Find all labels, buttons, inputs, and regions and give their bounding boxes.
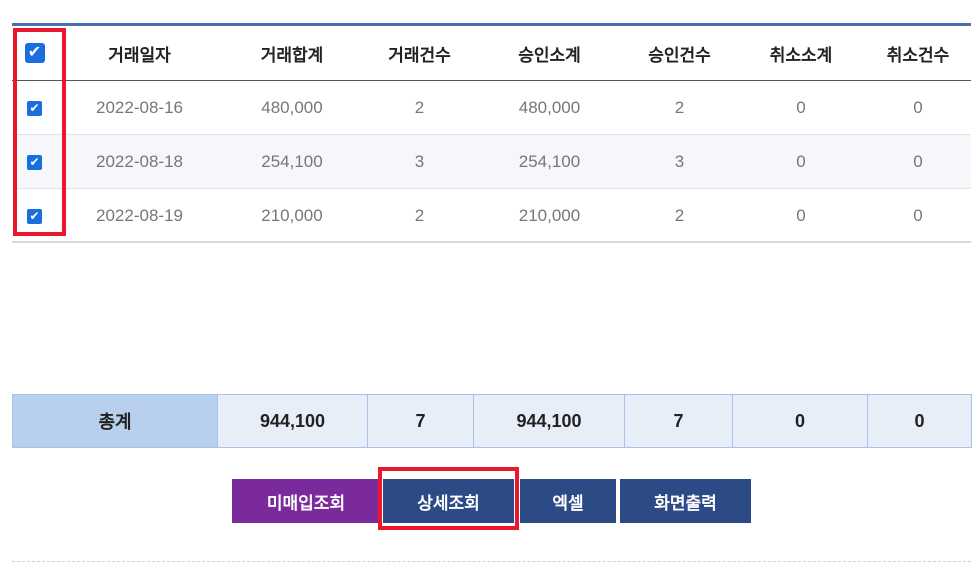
totals-row: 총계 944,100 7 944,100 7 0 0 [12,394,972,448]
table-bottom-border [12,241,971,243]
col-header-cancel-sum[interactable]: 취소소계 [737,26,865,81]
cell-approved-sum: 480,000 [477,80,622,135]
transaction-table: ✔ 거래일자 거래합계 거래건수 승인소계 승인건수 취소소계 취소건수 ✔ 2… [12,26,971,243]
table-row[interactable]: ✔ 2022-08-18 254,100 3 254,100 3 0 0 [12,134,971,189]
cell-approved-sum: 210,000 [477,188,622,243]
unpurchased-query-button[interactable]: 미매입조회 [232,479,380,523]
totals-approved-count: 7 [624,394,733,448]
cell-total: 480,000 [222,80,362,135]
detail-button-highlight [378,467,519,530]
col-header-total[interactable]: 거래합계 [222,26,362,81]
cell-approved-sum: 254,100 [477,134,622,189]
totals-table: 총계 944,100 7 944,100 7 0 0 [12,394,972,448]
totals-approved-sum: 944,100 [473,394,625,448]
section-divider [12,561,971,562]
cell-cancel-count: 0 [865,134,971,189]
table-header-row: ✔ 거래일자 거래합계 거래건수 승인소계 승인건수 취소소계 취소건수 [12,26,971,81]
totals-cancel-sum: 0 [732,394,868,448]
cell-cancel-sum: 0 [737,134,865,189]
cell-cancel-sum: 0 [737,188,865,243]
cell-count: 2 [362,188,477,243]
table-row[interactable]: ✔ 2022-08-16 480,000 2 480,000 2 0 0 [12,80,971,135]
totals-label: 총계 [12,394,218,448]
table-row[interactable]: ✔ 2022-08-19 210,000 2 210,000 2 0 0 [12,188,971,243]
checkbox-column-highlight [13,28,66,236]
cell-date: 2022-08-16 [57,80,222,135]
cell-date: 2022-08-18 [57,134,222,189]
print-screen-button[interactable]: 화면출력 [620,479,751,523]
col-header-cancel-count[interactable]: 취소건수 [865,26,971,81]
cell-cancel-sum: 0 [737,80,865,135]
excel-button[interactable]: 엑셀 [520,479,616,523]
cell-count: 2 [362,80,477,135]
totals-total: 944,100 [217,394,368,448]
cell-count: 3 [362,134,477,189]
cell-cancel-count: 0 [865,80,971,135]
cell-total: 210,000 [222,188,362,243]
cell-total: 254,100 [222,134,362,189]
col-header-date[interactable]: 거래일자 [57,26,222,81]
totals-count: 7 [367,394,474,448]
cell-date: 2022-08-19 [57,188,222,243]
col-header-count[interactable]: 거래건수 [362,26,477,81]
cell-approved-count: 3 [622,134,737,189]
cell-cancel-count: 0 [865,188,971,243]
cell-approved-count: 2 [622,188,737,243]
col-header-approved-count[interactable]: 승인건수 [622,26,737,81]
totals-cancel-count: 0 [867,394,972,448]
cell-approved-count: 2 [622,80,737,135]
col-header-approved-sum[interactable]: 승인소계 [477,26,622,81]
